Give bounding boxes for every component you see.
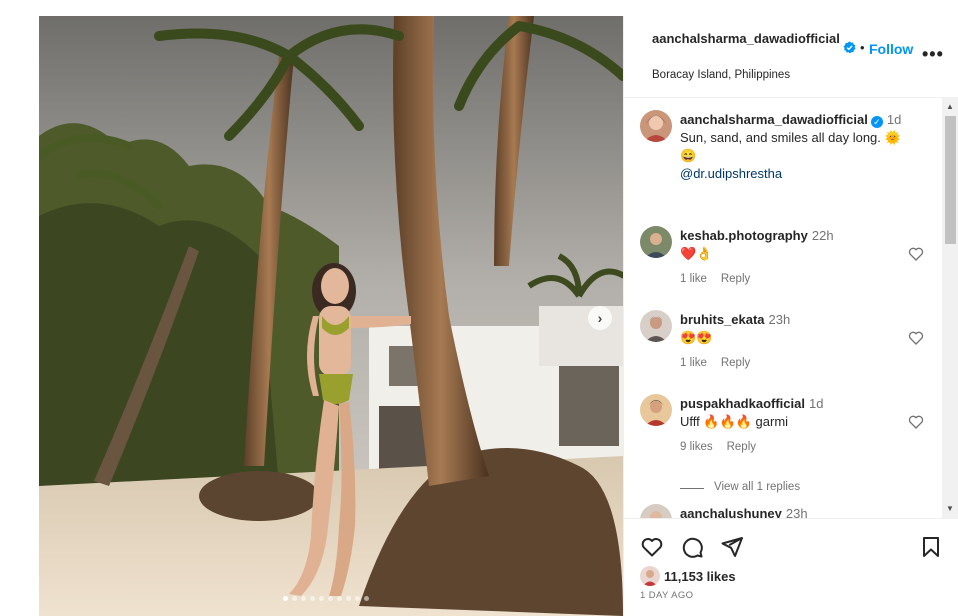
comment-likes[interactable]: 9 likes [680, 441, 713, 453]
caption-time: 1d [886, 112, 902, 127]
likes-count[interactable]: 11,153 likes [664, 569, 736, 584]
comment: aanchalushuney 23h [680, 505, 900, 518]
caption-text: Sun, sand, and smiles all day long. 🌞 [680, 130, 901, 145]
header-separator: • [860, 40, 865, 55]
comment-time: 1d [808, 396, 824, 411]
verified-badge-icon: ✓ [870, 116, 883, 128]
comment-time: 23h [768, 312, 791, 327]
scroll-thumb[interactable] [945, 116, 956, 244]
replies-divider [680, 488, 704, 489]
comment-icon[interactable] [680, 535, 704, 559]
carousel-dot [301, 596, 306, 601]
reply-button[interactable]: Reply [721, 273, 750, 285]
heart-icon[interactable] [908, 246, 924, 262]
carousel-dot [328, 596, 333, 601]
beach-photo-image [39, 16, 623, 616]
post-header: aanchalsharma_dawadiofficial • Follow ••… [624, 16, 958, 98]
carousel-dot [364, 596, 369, 601]
comment: bruhits_ekata 23h 😍😍 1 like Reply [680, 311, 900, 369]
bookmark-icon[interactable] [919, 535, 943, 559]
avatar[interactable] [640, 226, 672, 258]
comment-time: 23h [785, 506, 808, 518]
post-side-panel: aanchalsharma_dawadiofficial • Follow ••… [623, 16, 958, 616]
avatar[interactable] [640, 394, 672, 426]
comment-username[interactable]: bruhits_ekata [680, 312, 765, 327]
comment-username[interactable]: keshab.photography [680, 228, 808, 243]
comment: keshab.photography 22h ❤️👌 1 like Reply [680, 227, 900, 285]
view-replies-button[interactable]: View all 1 replies [714, 481, 800, 493]
likes-avatar[interactable] [640, 566, 660, 586]
comment-likes[interactable]: 1 like [680, 273, 707, 285]
comments-scrollbar[interactable]: ▲ ▼ [942, 98, 958, 518]
carousel-dot [283, 596, 288, 601]
heart-icon[interactable] [908, 330, 924, 346]
author-username[interactable]: aanchalsharma_dawadiofficial [652, 30, 842, 47]
reply-button[interactable]: Reply [727, 441, 756, 453]
carousel-dot [319, 596, 324, 601]
comment-text: Ufff 🔥🔥🔥 garmi [680, 414, 789, 429]
avatar[interactable] [640, 504, 672, 518]
heart-icon[interactable] [908, 414, 924, 430]
chevron-right-icon: › [597, 310, 603, 326]
carousel-dot [355, 596, 360, 601]
carousel-dot [346, 596, 351, 601]
comment: puspakhadkaofficial 1d Ufff 🔥🔥🔥 garmi 9 l… [680, 395, 900, 453]
comments-list[interactable]: aanchalsharma_dawadiofficial ✓ 1d Sun, san… [624, 98, 944, 518]
comment-username[interactable]: aanchalushuney [680, 506, 782, 518]
comment-text: 😍😍 [680, 330, 713, 345]
caption: aanchalsharma_dawadiofficial ✓ 1d Sun, san… [680, 111, 920, 183]
verified-badge-icon [843, 41, 856, 54]
avatar[interactable] [640, 310, 672, 342]
carousel-dot [292, 596, 297, 601]
avatar[interactable] [640, 110, 672, 142]
comment-likes[interactable]: 1 like [680, 357, 707, 369]
comment-text: ❤️👌 [680, 246, 713, 261]
reply-button[interactable]: Reply [721, 357, 750, 369]
next-photo-button[interactable]: › [588, 306, 612, 330]
follow-button[interactable]: Follow [869, 41, 913, 57]
share-icon[interactable] [720, 535, 744, 559]
post-timestamp: 1 DAY AGO [640, 590, 694, 601]
scroll-down-arrow-icon[interactable]: ▼ [946, 504, 954, 513]
post-actions: 11,153 likes 1 DAY AGO [624, 518, 958, 616]
comment-time: 22h [811, 228, 834, 243]
carousel-dot [337, 596, 342, 601]
carousel-dots [283, 596, 369, 601]
caption-mention[interactable]: @dr.udipshrestha [680, 165, 920, 183]
more-options-icon[interactable]: ••• [922, 44, 944, 65]
caption-username[interactable]: aanchalsharma_dawadiofficial [680, 112, 868, 127]
heart-icon[interactable] [640, 535, 664, 559]
caption-emoji: 😄 [680, 148, 697, 163]
post-photo[interactable]: › [39, 16, 623, 616]
post-location[interactable]: Boracay Island, Philippines [652, 69, 790, 81]
carousel-dot [310, 596, 315, 601]
scroll-up-arrow-icon[interactable]: ▲ [946, 102, 954, 111]
comment-username[interactable]: puspakhadkaofficial [680, 396, 805, 411]
